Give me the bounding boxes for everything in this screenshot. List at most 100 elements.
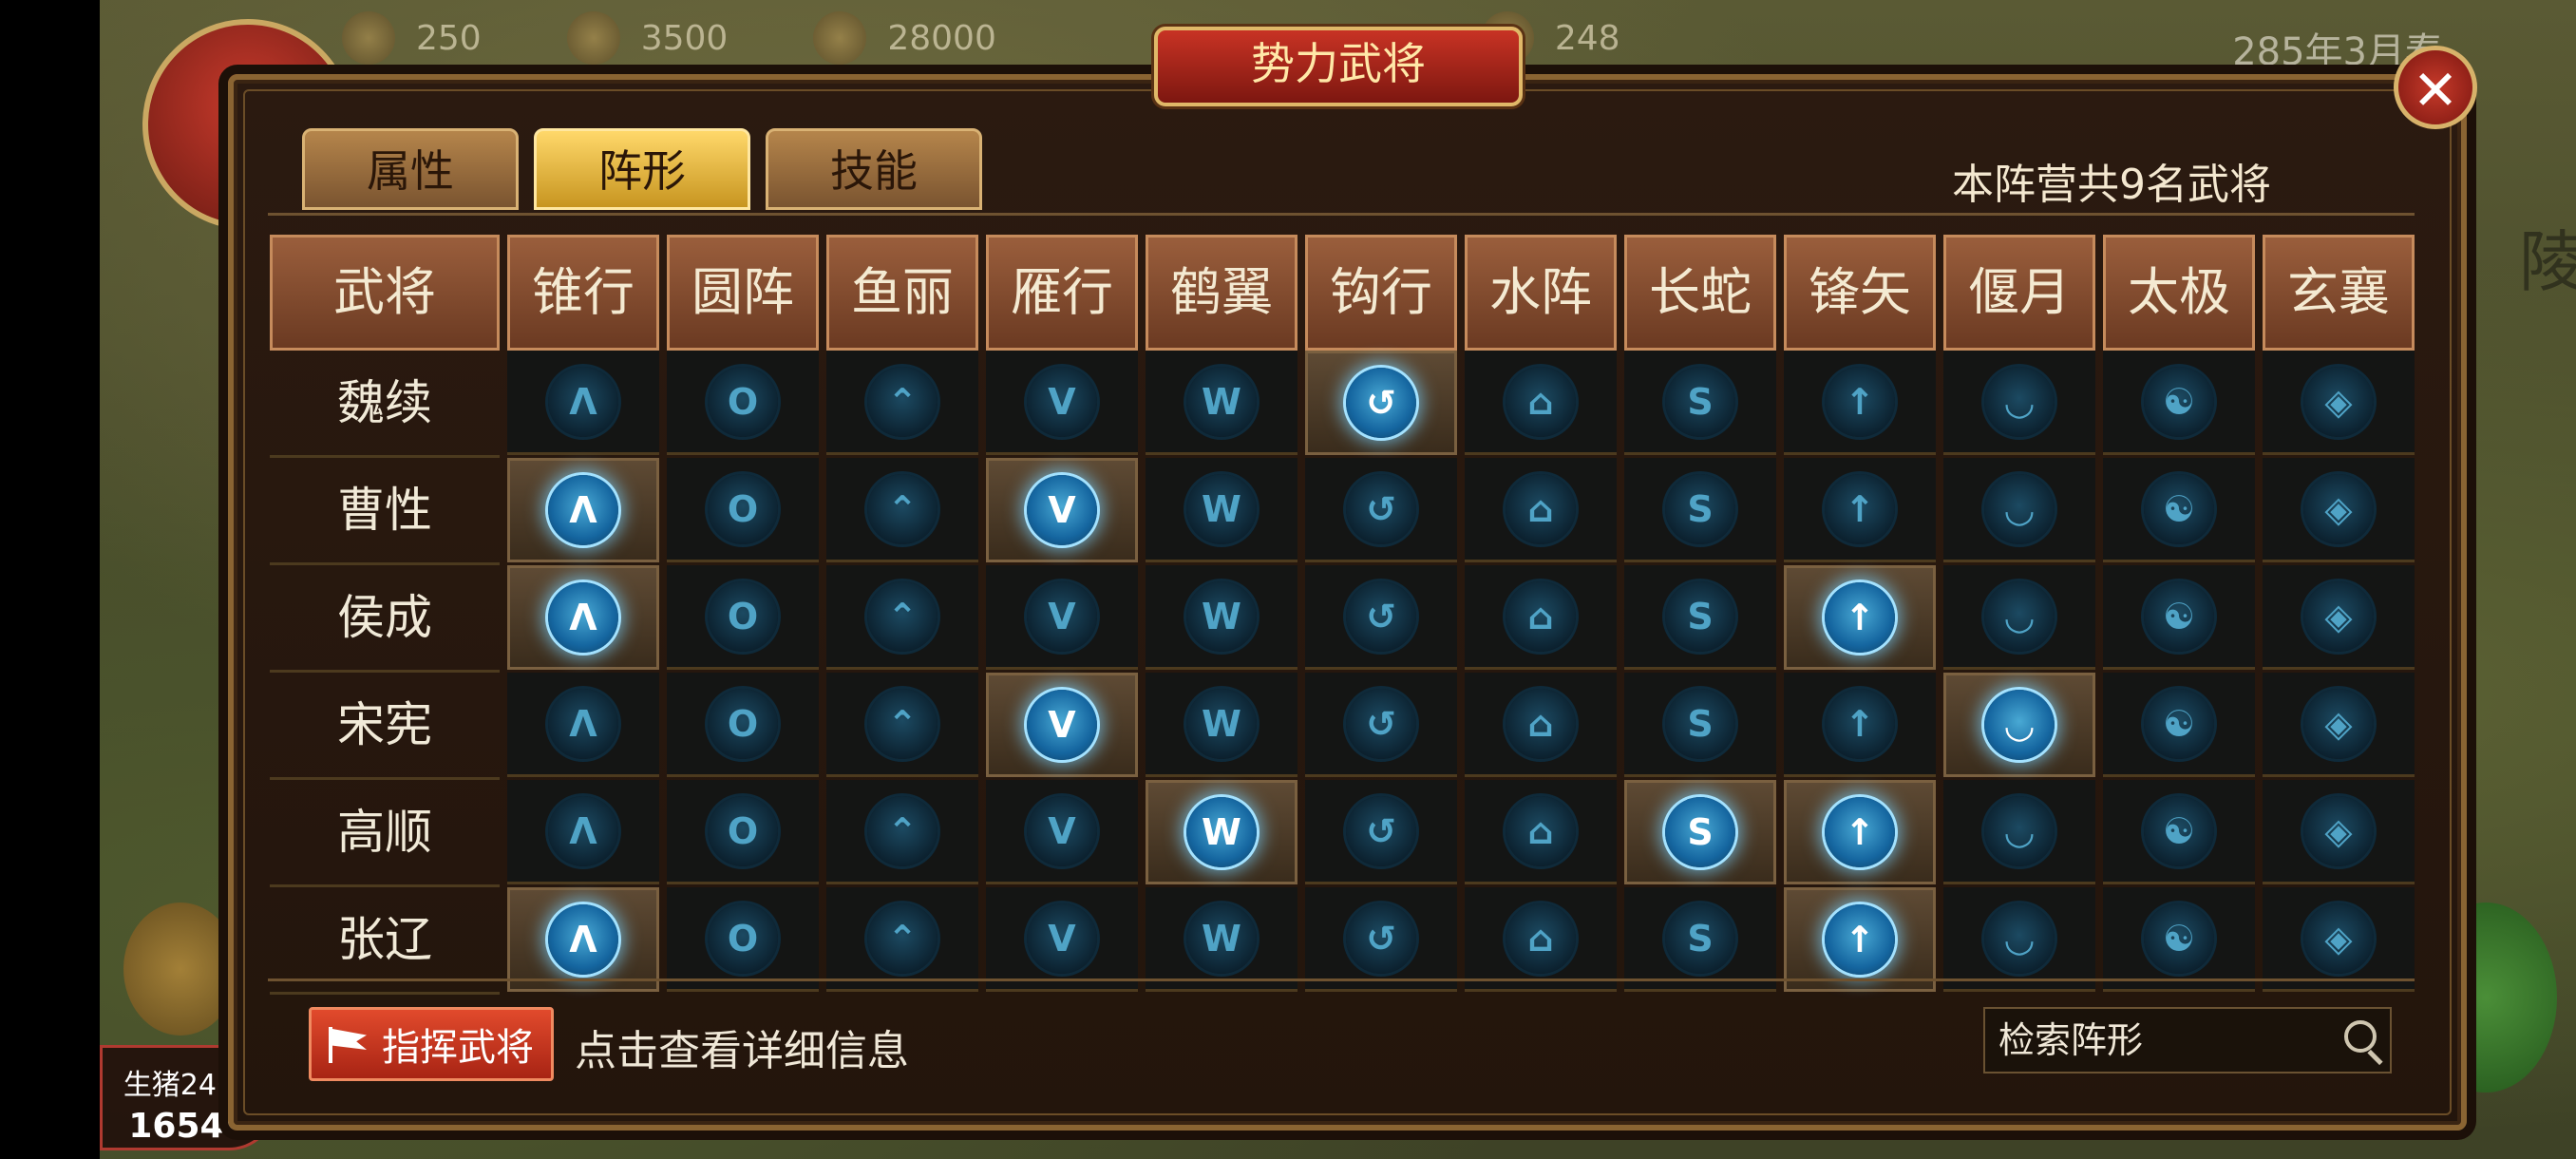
search-icon[interactable] <box>2344 1020 2377 1053</box>
formation-cell[interactable]: Λ <box>507 673 659 777</box>
formation-cell[interactable]: S <box>1624 351 1776 455</box>
formation-cell[interactable]: ⌂ <box>1465 458 1617 562</box>
general-name[interactable]: 宋宪 <box>270 673 500 780</box>
header-formation[interactable]: 鹤翼 <box>1146 235 1297 351</box>
formation-cell[interactable]: ⌂ <box>1465 351 1617 455</box>
formation-cell[interactable]: ◡ <box>1943 780 2095 884</box>
formation-cell[interactable]: ◡ <box>1943 351 2095 455</box>
formation-cell[interactable]: O <box>667 887 819 992</box>
header-formation[interactable]: 锥行 <box>507 235 659 351</box>
diamond-icon: ◈ <box>2303 902 2374 974</box>
formation-cell[interactable]: Λ <box>507 351 659 455</box>
header-formation[interactable]: 鱼丽 <box>826 235 978 351</box>
formation-cell[interactable]: ◈ <box>2263 673 2415 777</box>
formation-cell[interactable]: W <box>1146 887 1297 992</box>
formation-cell[interactable]: ◡ <box>1943 887 2095 992</box>
formation-cell[interactable]: ◡ <box>1943 565 2095 670</box>
formation-cell[interactable]: ◈ <box>2263 351 2415 455</box>
formation-cell[interactable]: O <box>667 458 819 562</box>
formation-cell[interactable]: ⌃ <box>826 351 978 455</box>
formation-cell[interactable]: ☯ <box>2103 887 2255 992</box>
formation-cell[interactable]: ↺ <box>1305 673 1457 777</box>
formation-cell[interactable]: ↺ <box>1305 887 1457 992</box>
formation-cell[interactable]: Λ <box>507 565 659 670</box>
formation-cell[interactable]: S <box>1624 673 1776 777</box>
formation-cell[interactable]: Λ <box>507 458 659 562</box>
formation-cell[interactable]: ↑ <box>1784 458 1936 562</box>
formation-cell[interactable]: ⌃ <box>826 458 978 562</box>
formation-cell[interactable]: ◈ <box>2263 887 2415 992</box>
formation-cell[interactable]: S <box>1624 565 1776 670</box>
search-input[interactable]: 检索阵形 <box>1983 1007 2392 1074</box>
house-icon: ⌂ <box>1506 688 1576 759</box>
resource-value: 3500 <box>640 18 729 58</box>
formation-cell[interactable]: O <box>667 780 819 884</box>
general-name[interactable]: 魏续 <box>270 351 500 458</box>
formation-cell[interactable]: ↑ <box>1784 780 1936 884</box>
formation-cell[interactable]: V <box>986 887 1138 992</box>
tab-formation[interactable]: 阵形 <box>534 128 750 210</box>
header-formation[interactable]: 钩行 <box>1305 235 1457 351</box>
formation-cell[interactable]: V <box>986 673 1138 777</box>
header-formation[interactable]: 圆阵 <box>667 235 819 351</box>
formation-cell[interactable]: ↺ <box>1305 780 1457 884</box>
tab-attributes[interactable]: 属性 <box>302 128 519 210</box>
formation-cell[interactable]: ☯ <box>2103 673 2255 777</box>
formation-cell[interactable]: ☯ <box>2103 351 2255 455</box>
formation-cell[interactable]: ⌂ <box>1465 673 1617 777</box>
formation-cell[interactable]: W <box>1146 351 1297 455</box>
header-formation[interactable]: 玄襄 <box>2263 235 2415 351</box>
formation-cell[interactable]: W <box>1146 673 1297 777</box>
formation-cell[interactable]: ⌂ <box>1465 887 1617 992</box>
formation-cell[interactable]: Λ <box>507 780 659 884</box>
formation-cell[interactable]: S <box>1624 780 1776 884</box>
formation-cell[interactable]: V <box>986 565 1138 670</box>
formation-cell[interactable]: V <box>986 458 1138 562</box>
left-action-badge[interactable] <box>123 902 237 1036</box>
formation-cell[interactable]: ⌂ <box>1465 780 1617 884</box>
formation-cell[interactable]: W <box>1146 780 1297 884</box>
header-formation[interactable]: 水阵 <box>1465 235 1617 351</box>
formation-cell[interactable]: ↑ <box>1784 565 1936 670</box>
general-name[interactable]: 曹性 <box>270 458 500 565</box>
header-formation[interactable]: 长蛇 <box>1624 235 1776 351</box>
formation-cell[interactable]: ↑ <box>1784 887 1936 992</box>
formation-cell[interactable]: ⌃ <box>826 887 978 992</box>
formation-cell[interactable]: ◡ <box>1943 673 2095 777</box>
formation-cell[interactable]: ↺ <box>1305 458 1457 562</box>
formation-cell[interactable]: O <box>667 673 819 777</box>
formation-cell[interactable]: ↺ <box>1305 351 1457 455</box>
formation-cell[interactable]: ☯ <box>2103 458 2255 562</box>
command-generals-button[interactable]: 指挥武将 <box>309 1007 554 1081</box>
close-button[interactable]: ✕ <box>2394 46 2477 129</box>
formation-cell[interactable]: ◈ <box>2263 565 2415 670</box>
formation-cell[interactable]: S <box>1624 887 1776 992</box>
formation-cell[interactable]: W <box>1146 565 1297 670</box>
tab-skills[interactable]: 技能 <box>766 128 982 210</box>
formation-cell[interactable]: S <box>1624 458 1776 562</box>
formation-cell[interactable]: O <box>667 351 819 455</box>
header-formation[interactable]: 雁行 <box>986 235 1138 351</box>
formation-cell[interactable]: Λ <box>507 887 659 992</box>
formation-cell[interactable]: ↑ <box>1784 351 1936 455</box>
header-formation[interactable]: 太极 <box>2103 235 2255 351</box>
formation-cell[interactable]: ⌂ <box>1465 565 1617 670</box>
formation-cell[interactable]: ⌃ <box>826 673 978 777</box>
general-name[interactable]: 高顺 <box>270 780 500 887</box>
formation-cell[interactable]: ☯ <box>2103 780 2255 884</box>
formation-cell[interactable]: W <box>1146 458 1297 562</box>
formation-cell[interactable]: ↺ <box>1305 565 1457 670</box>
header-formation[interactable]: 锋矢 <box>1784 235 1936 351</box>
header-formation[interactable]: 偃月 <box>1943 235 2095 351</box>
formation-cell[interactable]: V <box>986 780 1138 884</box>
formation-cell[interactable]: ⌃ <box>826 780 978 884</box>
general-name[interactable]: 侯成 <box>270 565 500 673</box>
formation-cell[interactable]: ⌃ <box>826 565 978 670</box>
formation-cell[interactable]: ◡ <box>1943 458 2095 562</box>
formation-cell[interactable]: ◈ <box>2263 780 2415 884</box>
formation-cell[interactable]: ☯ <box>2103 565 2255 670</box>
formation-cell[interactable]: O <box>667 565 819 670</box>
formation-cell[interactable]: ◈ <box>2263 458 2415 562</box>
formation-cell[interactable]: V <box>986 351 1138 455</box>
formation-cell[interactable]: ↑ <box>1784 673 1936 777</box>
